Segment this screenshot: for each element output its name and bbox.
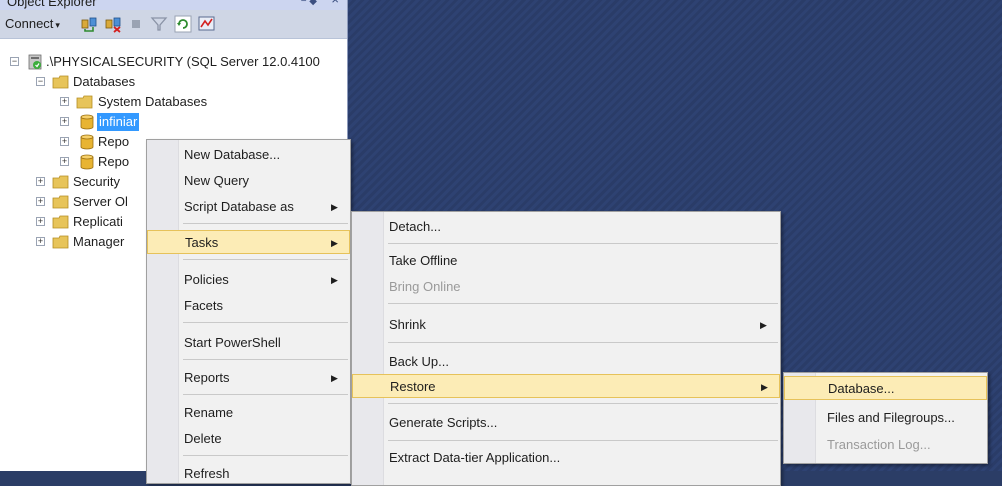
database-icon [80, 114, 94, 130]
filter-icon[interactable] [150, 15, 168, 33]
database-label: Repo [98, 134, 130, 149]
chevron-down-icon: ▾ [55, 20, 60, 30]
menu-item-bring-online[interactable]: Bring Online [352, 275, 780, 299]
menu-separator [388, 342, 778, 343]
pin-icon[interactable]: − ◆ [301, 0, 317, 10]
menu-item-back-up[interactable]: Back Up... [352, 350, 780, 374]
submenu-arrow-icon: ▶ [331, 373, 338, 383]
tasks-submenu: Detach... Take Offline Bring Online Shri… [351, 211, 781, 486]
replication-label: Replicati [73, 214, 123, 229]
database-icon [80, 154, 94, 170]
menu-separator [388, 243, 778, 244]
folder-icon [52, 195, 69, 209]
menu-item-new-database[interactable]: New Database... [147, 143, 350, 167]
folder-icon [52, 215, 69, 229]
menu-separator [183, 455, 348, 456]
folder-icon [52, 75, 69, 89]
connect-label: Connect [5, 16, 54, 31]
expand-icon[interactable]: + [36, 217, 45, 226]
selected-database-label: infiniar [97, 113, 140, 131]
collapse-icon[interactable]: − [36, 77, 45, 86]
management-label: Manager [73, 234, 125, 249]
connect-button[interactable]: Connect ▾ [5, 15, 60, 33]
menu-item-restore-files-and-filegroups[interactable]: Files and Filegroups... [784, 406, 987, 430]
refresh-icon[interactable] [174, 15, 192, 33]
connect-object-explorer-icon[interactable] [80, 15, 98, 33]
menu-item-script-database-as[interactable]: Script Database as ▶ [147, 195, 350, 219]
submenu-arrow-icon: ▶ [331, 238, 338, 248]
expand-icon[interactable]: + [60, 157, 69, 166]
tree-node-database-selected[interactable]: + infiniar [0, 112, 347, 132]
menu-item-generate-scripts[interactable]: Generate Scripts... [352, 411, 780, 435]
menu-item-restore-transaction-log[interactable]: Transaction Log... [784, 433, 987, 457]
folder-icon [52, 175, 69, 189]
security-label: Security [73, 174, 120, 189]
expand-icon[interactable]: + [60, 117, 69, 126]
restore-submenu: Database... Files and Filegroups... Tran… [783, 372, 988, 464]
expand-icon[interactable]: + [36, 237, 45, 246]
expand-icon[interactable]: + [36, 197, 45, 206]
folder-icon [52, 235, 69, 249]
menu-item-restore-database[interactable]: Database... [784, 376, 987, 400]
menu-separator [183, 394, 348, 395]
activity-monitor-icon[interactable] [198, 15, 216, 33]
database-context-menu: New Database... New Query Script Databas… [146, 139, 351, 484]
menu-item-refresh[interactable]: Refresh [147, 462, 350, 486]
menu-item-start-powershell[interactable]: Start PowerShell [147, 331, 350, 355]
menu-item-tasks[interactable]: Tasks ▶ [147, 230, 350, 254]
menu-separator [388, 403, 778, 404]
menu-item-reports[interactable]: Reports ▶ [147, 366, 350, 390]
menu-item-new-query[interactable]: New Query [147, 169, 350, 193]
close-icon[interactable]: × [331, 0, 339, 8]
tree-node-databases[interactable]: − Databases [0, 72, 347, 92]
menu-separator [183, 359, 348, 360]
panel-title-bar: Object Explorer − ◆ × [0, 0, 347, 10]
menu-item-facets[interactable]: Facets [147, 294, 350, 318]
folder-icon [76, 95, 93, 109]
submenu-arrow-icon: ▶ [331, 202, 338, 212]
menu-item-rename[interactable]: Rename [147, 401, 350, 425]
server-label: .\PHYSICALSECURITY (SQL Server 12.0.4100 [46, 54, 320, 69]
menu-item-restore[interactable]: Restore ▶ [352, 374, 780, 398]
server-icon [28, 54, 42, 70]
menu-item-extract-data-tier-application[interactable]: Extract Data-tier Application... [352, 446, 780, 470]
collapse-icon[interactable]: − [10, 57, 19, 66]
menu-item-shrink[interactable]: Shrink ▶ [352, 313, 780, 337]
tree-node-system-databases[interactable]: + System Databases [0, 92, 347, 112]
disconnect-icon[interactable] [104, 15, 122, 33]
menu-separator [183, 259, 348, 260]
server-objects-label: Server Ol [73, 194, 128, 209]
menu-item-policies[interactable]: Policies ▶ [147, 268, 350, 292]
expand-icon[interactable]: + [60, 97, 69, 106]
database-icon [80, 134, 94, 150]
expand-icon[interactable]: + [60, 137, 69, 146]
menu-separator [388, 440, 778, 441]
menu-item-take-offline[interactable]: Take Offline [352, 249, 780, 273]
databases-label: Databases [73, 74, 136, 89]
menu-separator [183, 223, 348, 224]
stop-icon[interactable] [127, 15, 145, 33]
submenu-arrow-icon: ▶ [331, 275, 338, 285]
menu-item-delete[interactable]: Delete [147, 427, 350, 451]
database-label: Repo [98, 154, 130, 169]
menu-separator [183, 322, 348, 323]
panel-title: Object Explorer [7, 0, 97, 9]
tree-node-server[interactable]: − .\PHYSICALSECURITY (SQL Server 12.0.41… [0, 52, 347, 72]
object-explorer-toolbar: Connect ▾ [0, 10, 347, 39]
system-databases-label: System Databases [98, 94, 208, 109]
menu-item-detach[interactable]: Detach... [352, 215, 780, 239]
menu-separator [388, 303, 778, 304]
expand-icon[interactable]: + [36, 177, 45, 186]
submenu-arrow-icon: ▶ [760, 320, 767, 330]
submenu-arrow-icon: ▶ [761, 382, 768, 392]
